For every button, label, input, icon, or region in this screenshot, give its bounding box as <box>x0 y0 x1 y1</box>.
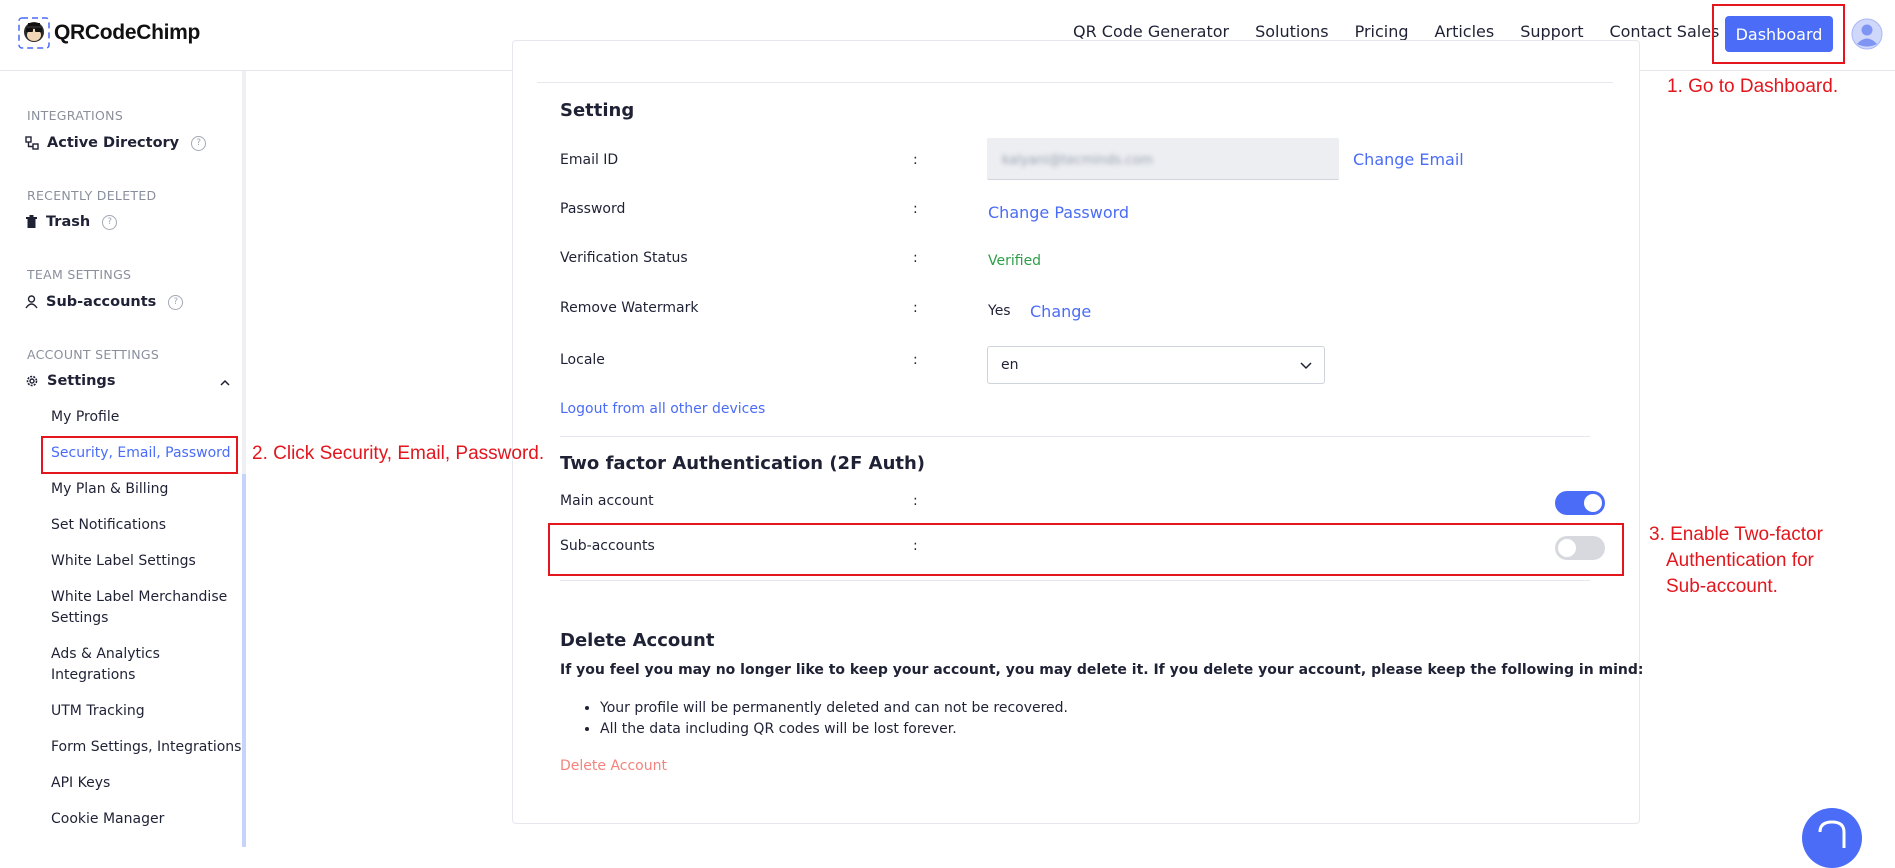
chat-bubble-icon <box>1818 820 1846 848</box>
change-password-link[interactable]: Change Password <box>988 203 1129 222</box>
locale-label: Locale <box>560 352 605 368</box>
sidebar-item-utm-tracking[interactable]: UTM Tracking <box>51 701 145 722</box>
delete-account-link[interactable]: Delete Account <box>560 758 667 774</box>
locale-select[interactable]: en <box>987 346 1325 384</box>
chat-support-button[interactable] <box>1802 808 1862 868</box>
sidebar-item-sub-accounts[interactable]: Sub-accounts ? <box>25 294 184 310</box>
change-watermark-link[interactable]: Change <box>1030 302 1091 321</box>
sidebar-item-trash[interactable]: Trash ? <box>25 214 118 230</box>
annotation-step-2: 2. Click Security, Email, Password. <box>252 443 545 464</box>
section-divider <box>560 580 1590 581</box>
help-icon[interactable]: ? <box>191 135 207 151</box>
password-label: Password <box>560 201 626 217</box>
verification-label: Verification Status <box>560 250 688 266</box>
nav-support[interactable]: Support <box>1520 22 1583 41</box>
delete-account-bullets: Your profile will be permanently deleted… <box>584 698 1068 740</box>
colon: : <box>913 250 918 266</box>
colon: : <box>913 300 918 316</box>
card-divider <box>537 82 1613 83</box>
annotation-step-1: 1. Go to Dashboard. <box>1667 76 1839 97</box>
help-icon[interactable]: ? <box>102 214 118 230</box>
user-avatar-icon[interactable] <box>1851 18 1883 50</box>
logo[interactable]: QRCodeChimp <box>18 17 200 49</box>
list-item: Your profile will be permanently deleted… <box>600 698 1068 719</box>
sidebar-item-api-keys[interactable]: API Keys <box>51 773 110 794</box>
section-divider <box>560 436 1590 437</box>
help-icon[interactable]: ? <box>168 294 184 310</box>
logout-other-devices-link[interactable]: Logout from all other devices <box>560 401 765 417</box>
main-account-2fa-toggle[interactable] <box>1555 491 1605 515</box>
delete-account-warning: If you feel you may no longer like to ke… <box>560 662 1644 678</box>
setting-title: Setting <box>560 100 635 121</box>
chevron-down-icon <box>1300 362 1312 370</box>
trash-icon <box>26 215 37 228</box>
sidebar-item-set-notifications[interactable]: Set Notifications <box>51 515 166 536</box>
verification-status: Verified <box>988 253 1042 269</box>
annotation-box-dashboard <box>1712 4 1845 64</box>
change-email-link[interactable]: Change Email <box>1353 150 1464 169</box>
colon: : <box>913 152 918 168</box>
main-nav: QR Code Generator Solutions Pricing Arti… <box>1073 22 1719 41</box>
two-factor-title: Two factor Authentication (2F Auth) <box>560 453 926 474</box>
sidebar-item-my-plan-billing[interactable]: My Plan & Billing <box>51 479 168 500</box>
sidebar-item-settings[interactable]: Settings <box>25 373 115 389</box>
sidebar-item-ads-analytics[interactable]: Ads & Analytics Integrations <box>51 644 201 686</box>
locale-value: en <box>1001 357 1019 373</box>
annotation-box-sub-accounts <box>548 523 1624 576</box>
sidebar-scrollbar-thumb[interactable] <box>242 474 246 847</box>
section-label-recently-deleted: RECENTLY DELETED <box>27 188 157 203</box>
nav-qr-code-generator[interactable]: QR Code Generator <box>1073 22 1229 41</box>
toggle-knob <box>1584 494 1602 512</box>
delete-account-title: Delete Account <box>560 630 715 651</box>
section-label-integrations: INTEGRATIONS <box>27 108 124 123</box>
gear-icon <box>26 375 38 387</box>
email-field[interactable]: kalyani@tecminds.com <box>987 138 1339 180</box>
sidebar-item-white-label-merchandise[interactable]: White Label Merchandise Settings <box>51 587 241 629</box>
watermark-value: Yes <box>988 303 1011 319</box>
list-item: All the data including QR codes will be … <box>600 719 1068 740</box>
sidebar-item-white-label-settings[interactable]: White Label Settings <box>51 551 196 572</box>
nav-contact-sales[interactable]: Contact Sales <box>1609 22 1719 41</box>
watermark-label: Remove Watermark <box>560 300 699 316</box>
sidebar-item-label: Settings <box>47 373 116 389</box>
nav-pricing[interactable]: Pricing <box>1355 22 1409 41</box>
colon: : <box>913 352 918 368</box>
sidebar-item-label: Active Directory <box>47 135 180 151</box>
logo-text: QRCodeChimp <box>54 21 201 44</box>
user-icon <box>25 295 38 309</box>
chevron-up-icon[interactable] <box>220 378 230 388</box>
sidebar-item-cookie-manager[interactable]: Cookie Manager <box>51 809 164 830</box>
sidebar-item-form-settings[interactable]: Form Settings, Integrations <box>51 737 241 758</box>
email-value: kalyani@tecminds.com <box>1002 153 1154 168</box>
nav-articles[interactable]: Articles <box>1435 22 1495 41</box>
annotation-box-security <box>41 436 238 474</box>
section-label-team-settings: TEAM SETTINGS <box>27 267 132 282</box>
nav-solutions[interactable]: Solutions <box>1255 22 1329 41</box>
sidebar-item-label: Trash <box>46 214 91 230</box>
email-label: Email ID <box>560 152 619 168</box>
directory-icon <box>25 136 39 150</box>
sidebar-item-label: Sub-accounts <box>46 294 157 310</box>
sidebar-item-active-directory[interactable]: Active Directory ? <box>25 135 207 151</box>
sidebar-item-my-profile[interactable]: My Profile <box>51 407 119 428</box>
section-label-account-settings: ACCOUNT SETTINGS <box>27 347 160 362</box>
colon: : <box>913 493 918 509</box>
main-account-label: Main account <box>560 493 654 509</box>
annotation-step-3-line-3: Sub-account. <box>1666 576 1778 597</box>
annotation-step-3-line-1: 3. Enable Two-factor <box>1649 524 1823 545</box>
annotation-step-3-line-2: Authentication for <box>1666 550 1814 571</box>
chimp-logo-icon <box>18 17 50 49</box>
colon: : <box>913 201 918 217</box>
